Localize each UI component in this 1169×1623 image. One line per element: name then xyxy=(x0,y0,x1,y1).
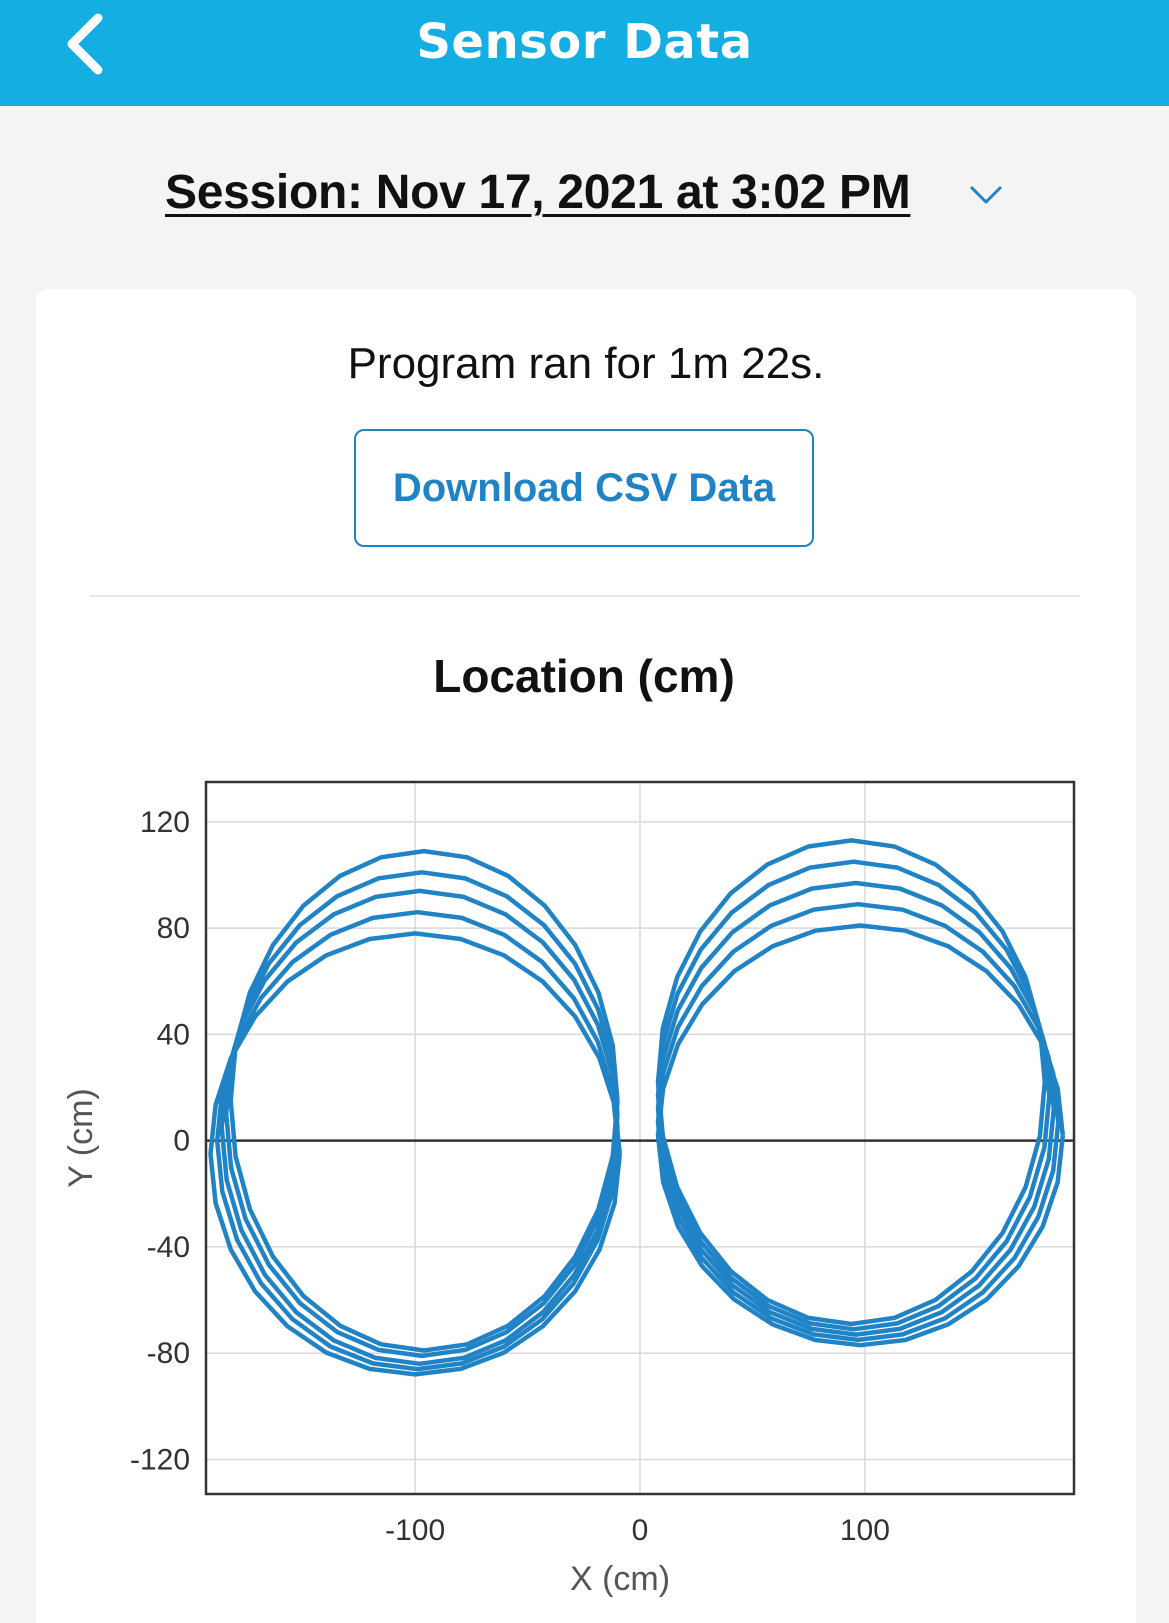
y-tick-label: 0 xyxy=(173,1125,190,1158)
chart-title: Location (cm) xyxy=(433,650,735,702)
y-tick-label: 80 xyxy=(157,912,190,945)
location-chart: Location (cm) -100 0 100 120 80 40 0 -40 -80 -12… xyxy=(62,650,1076,1598)
x-tick-label: -100 xyxy=(385,1514,445,1547)
x-tick-label: 0 xyxy=(632,1514,649,1547)
x-tick-labels: -100 0 100 xyxy=(385,1514,890,1547)
x-tick-label: 100 xyxy=(840,1514,890,1547)
x-axis-label: X (cm) xyxy=(570,1560,670,1598)
y-tick-label: -120 xyxy=(130,1443,190,1476)
y-axis-label: Y (cm) xyxy=(62,1088,100,1187)
y-tick-label: -40 xyxy=(147,1231,190,1264)
y-tick-label: 120 xyxy=(140,806,190,839)
y-tick-label: 40 xyxy=(157,1018,190,1051)
y-tick-label: -80 xyxy=(147,1337,190,1370)
y-tick-labels: 120 80 40 0 -40 -80 -120 xyxy=(130,806,190,1477)
